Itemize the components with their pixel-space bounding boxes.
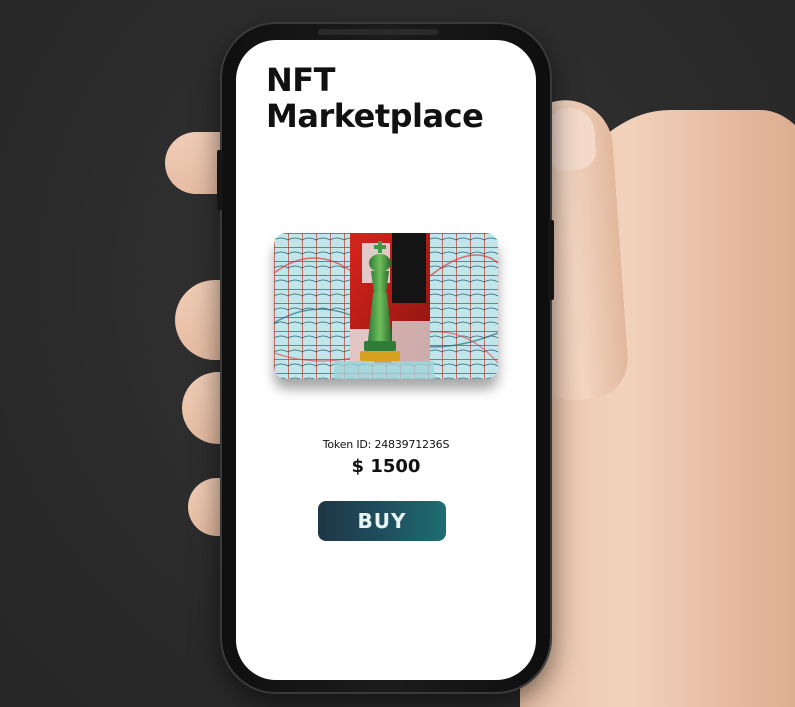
chess-king-icon bbox=[274, 233, 498, 379]
phone-side-button bbox=[217, 150, 223, 210]
buy-button[interactable]: BUY bbox=[318, 501, 446, 541]
phone-side-button bbox=[548, 220, 554, 300]
token-id-text: Token ID: 2483971236S bbox=[322, 438, 450, 451]
phone-speaker bbox=[318, 29, 438, 35]
title-line-2: Marketplace bbox=[266, 97, 484, 135]
photo-scene: NFT Marketplace Token ID: 2483971236S $ … bbox=[0, 0, 795, 707]
nft-image-card[interactable] bbox=[274, 233, 498, 379]
phone-screen: NFT Marketplace Token ID: 2483971236S $ … bbox=[236, 40, 536, 680]
price-text: $ 1500 bbox=[351, 456, 421, 477]
page-title: NFT Marketplace bbox=[266, 61, 484, 135]
title-line-1: NFT bbox=[266, 61, 335, 99]
